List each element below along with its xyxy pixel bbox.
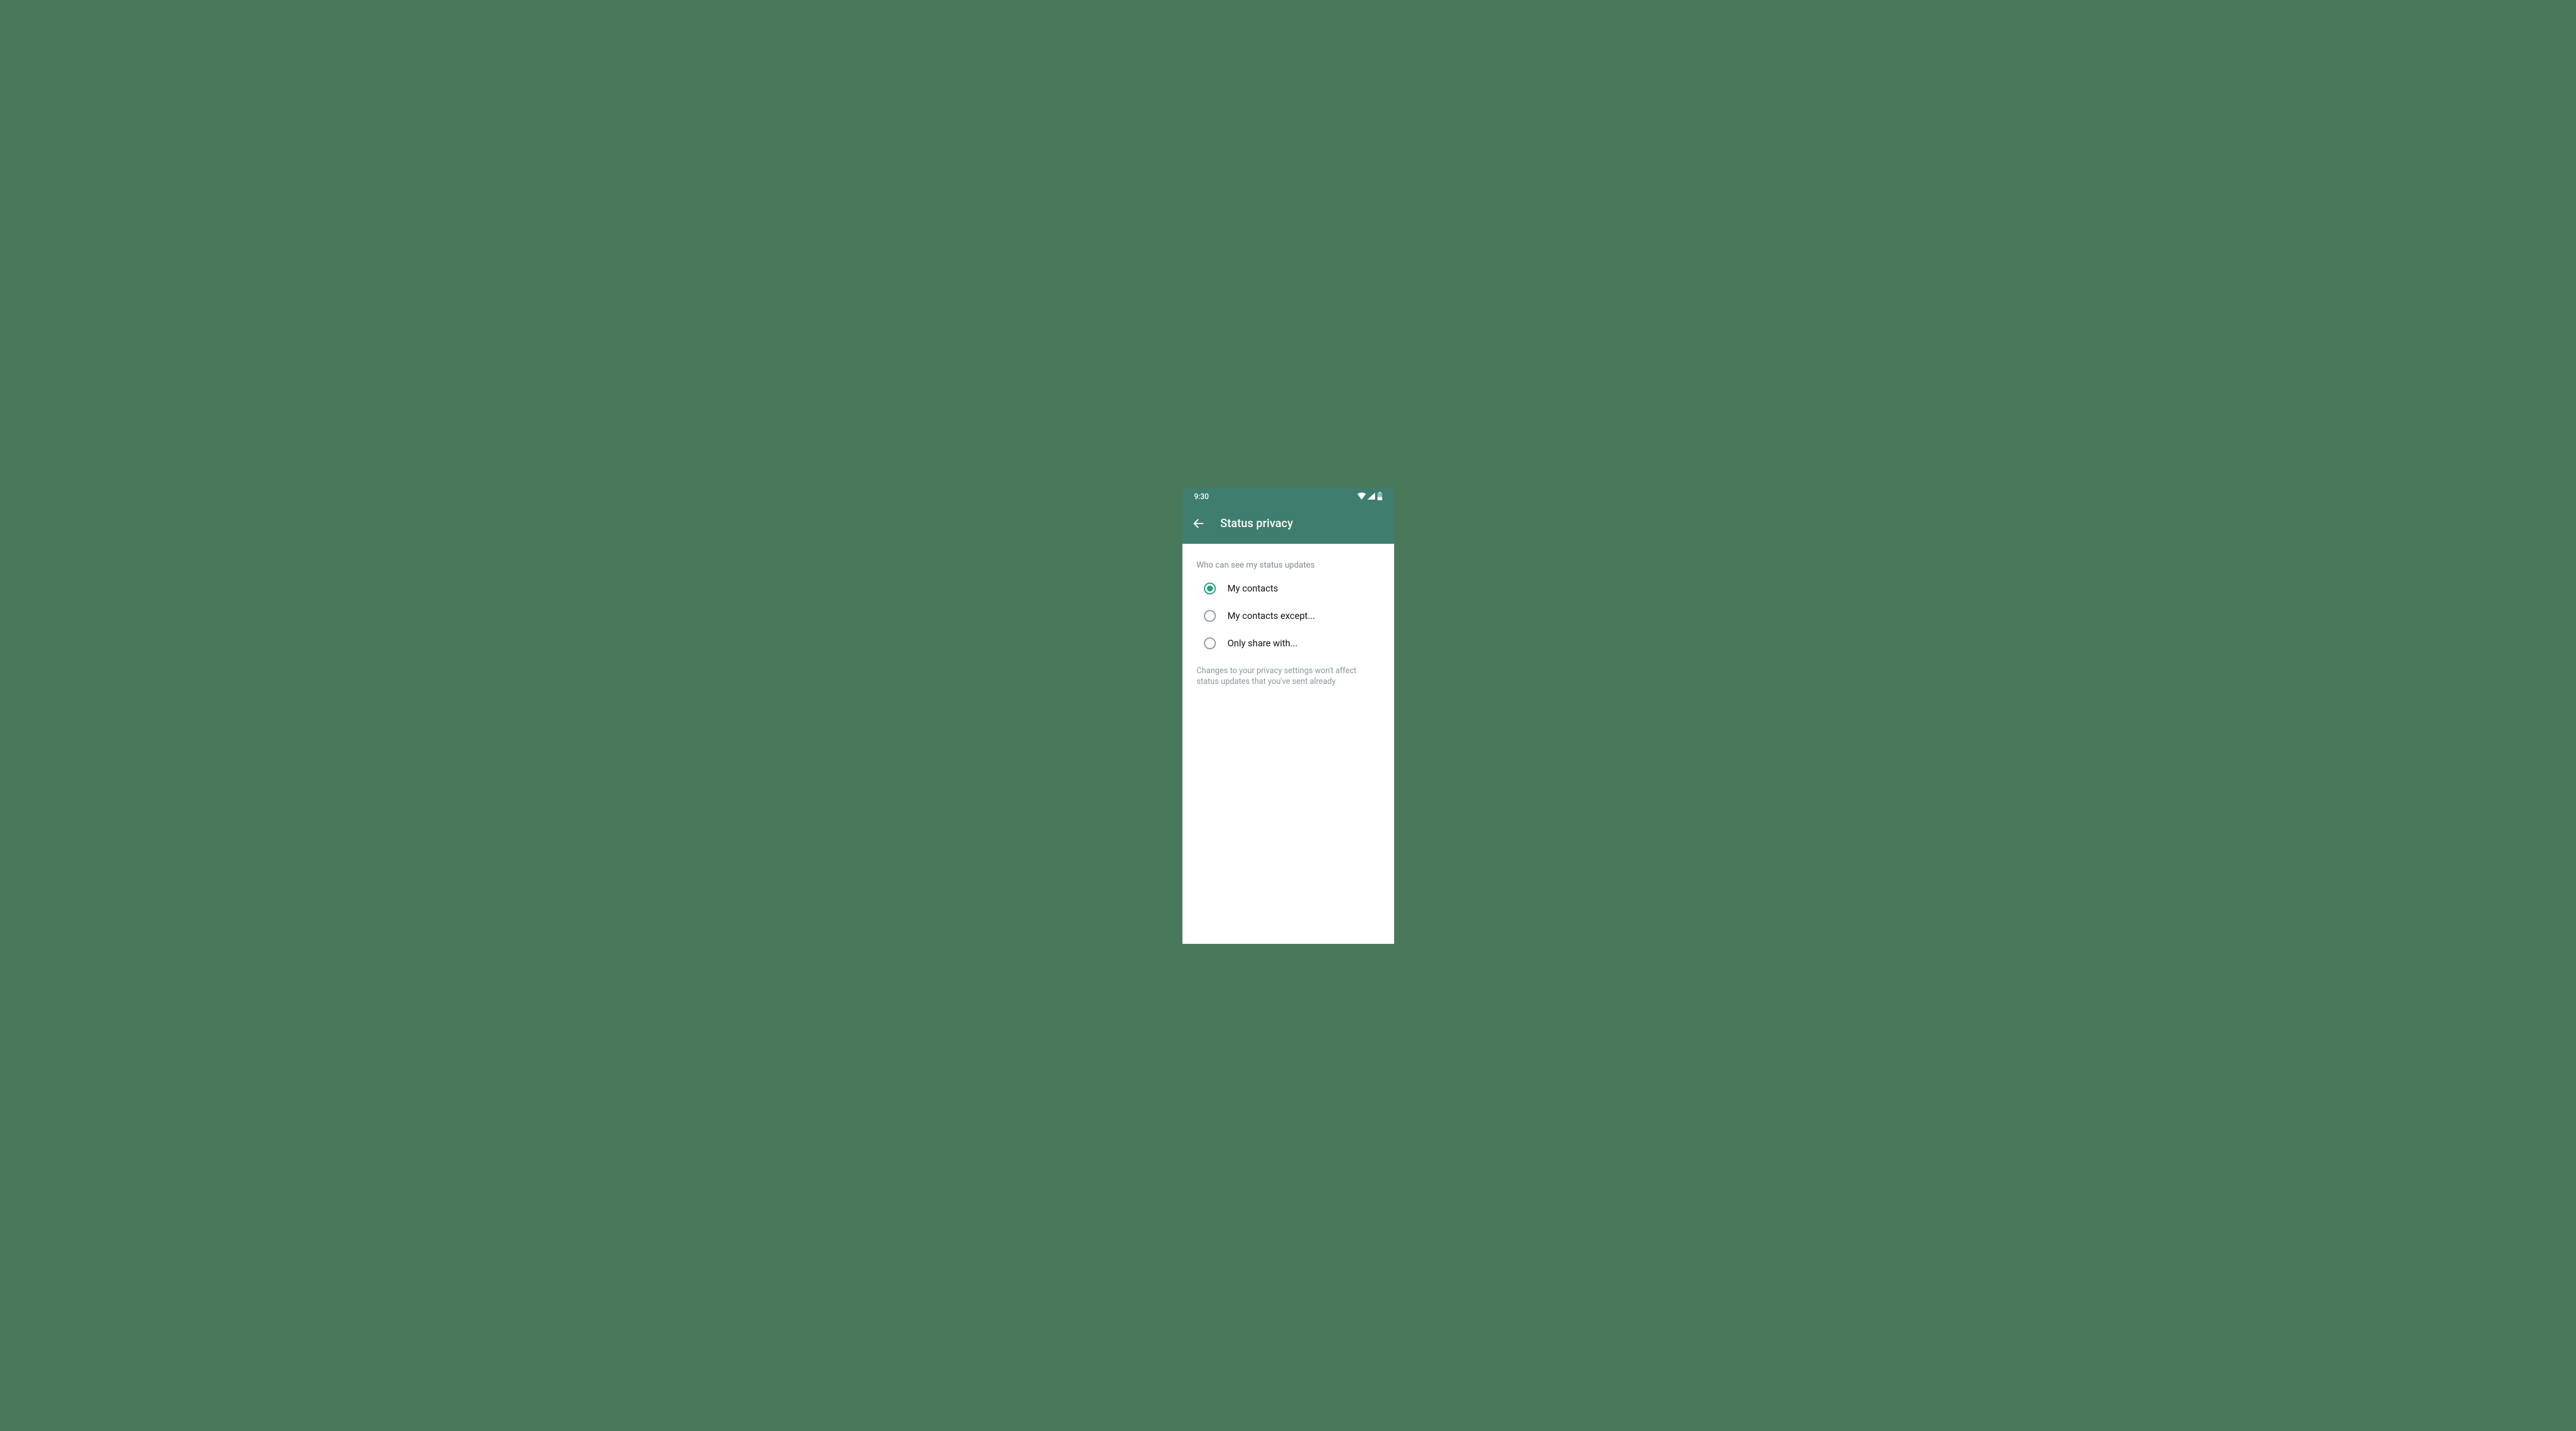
signal-icon	[1367, 493, 1375, 502]
radio-icon	[1204, 637, 1216, 649]
radio-icon	[1204, 610, 1216, 622]
radio-dot-icon	[1207, 586, 1213, 591]
radio-label: Only share with...	[1228, 638, 1298, 649]
radio-label: My contacts	[1228, 583, 1278, 594]
arrow-left-icon	[1192, 517, 1205, 530]
radio-label: My contacts except...	[1228, 611, 1315, 621]
app-bar: Status privacy	[1182, 507, 1394, 544]
radio-option-my-contacts[interactable]: My contacts	[1182, 575, 1394, 602]
status-icons	[1357, 492, 1382, 503]
section-label: Who can see my status updates	[1182, 556, 1394, 575]
back-button[interactable]	[1192, 517, 1205, 530]
radio-icon	[1204, 583, 1216, 594]
battery-icon	[1377, 492, 1382, 503]
page-title: Status privacy	[1221, 516, 1293, 530]
radio-option-my-contacts-except[interactable]: My contacts except...	[1182, 602, 1394, 630]
phone-frame: 9:30 Status privacy	[1182, 488, 1394, 944]
radio-option-only-share-with[interactable]: Only share with...	[1182, 630, 1394, 657]
wifi-icon	[1357, 493, 1366, 502]
content-area: Who can see my status updates My contact…	[1182, 544, 1394, 944]
privacy-note: Changes to your privacy settings won't a…	[1182, 657, 1394, 687]
clock: 9:30	[1194, 493, 1209, 501]
system-status-bar: 9:30	[1182, 488, 1394, 507]
